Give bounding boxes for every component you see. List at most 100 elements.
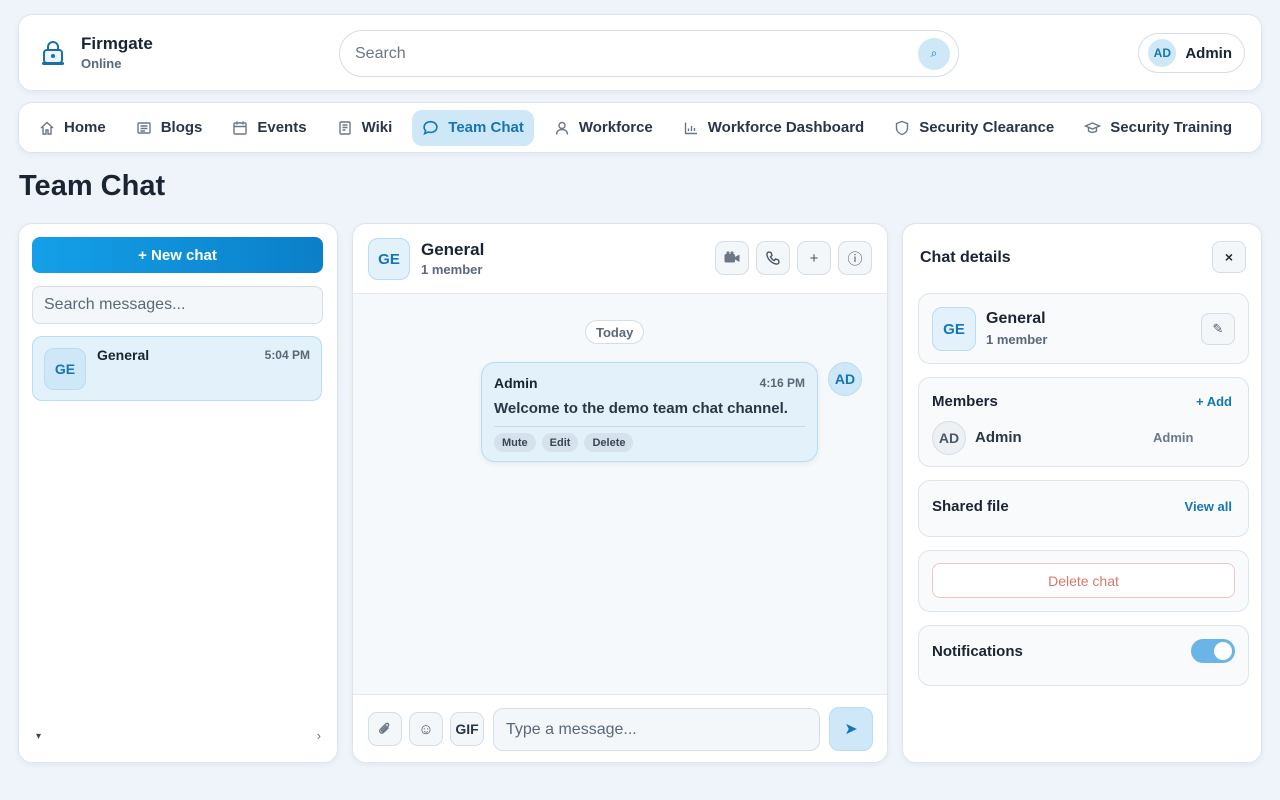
avatar: AD [932,421,966,455]
members-label: Members [932,393,998,410]
video-call-button[interactable] [715,241,749,275]
attach-button[interactable] [368,712,402,746]
conversation-item[interactable]: GE General 5:04 PM [32,336,322,401]
nav-label: Team Chat [448,119,524,136]
video-camera-icon [724,251,740,263]
info-icon[interactable]: ⓘ [838,241,872,275]
message-input-wrap [493,708,820,751]
conversation-name: General [97,347,150,363]
nav-item-team-chat[interactable]: Team Chat [412,109,534,146]
notifications-card: Notifications [918,625,1249,686]
nav-item-home[interactable]: Home [29,110,116,146]
shared-file-label: Shared file [932,498,1009,515]
page-title: Team Chat [19,170,166,202]
nav-label: Wiki [361,119,393,136]
mute-button[interactable]: Mute [494,433,536,452]
nav-item-workforce-dashboard[interactable]: Workforce Dashboard [673,110,874,146]
avatar: AD [828,362,862,396]
notifications-toggle[interactable] [1191,639,1235,663]
edit-icon[interactable]: ✎ [1201,313,1235,345]
send-icon[interactable]: ➤ [829,707,873,751]
message-input[interactable] [506,720,819,739]
message-search-input[interactable] [44,296,322,314]
search-input[interactable] [355,44,918,63]
nav-label: Workforce [578,119,653,136]
close-icon[interactable]: × [1212,241,1246,273]
group-avatar: GE [932,307,976,351]
group-card: GE General 1 member ✎ [918,293,1249,364]
edit-button[interactable]: Edit [541,433,579,452]
channel-name: General [421,240,485,259]
shared-file-card: Shared file View all [918,480,1249,537]
brand-name: Firmgate [81,34,153,53]
chat-details-panel: Chat details × GE General 1 member ✎ Mem… [902,223,1262,763]
nav-label: Security Training [1110,119,1232,136]
paperclip-icon [379,722,390,734]
main-nav: Home Blogs Events Wiki Team Chat Workfor… [18,102,1262,153]
calendar-icon [233,121,248,135]
message-composer: ☺ GIF ➤ [353,694,887,762]
message-actions: Mute Edit Delete [494,433,639,452]
search-icon[interactable]: ⌕ [918,37,950,70]
notifications-label: Notifications [932,643,1023,660]
chat-icon [423,120,438,136]
graduation-cap-icon [1084,121,1102,133]
chevron-right-icon[interactable]: › [317,728,321,743]
new-chat-button[interactable]: + New chat [32,237,323,273]
message-list: Today Admin 4:16 PM Welcome to the demo … [353,294,887,694]
message-time: 4:16 PM [759,376,805,390]
date-divider: Today [585,320,645,344]
nav-item-events[interactable]: Events [222,110,316,146]
conversation-time: 5:04 PM [264,348,310,362]
conversation-avatar: GE [44,348,86,390]
shield-icon [896,120,909,135]
delete-chat-button[interactable]: Delete chat [932,563,1235,598]
nav-item-security-clearance[interactable]: Security Clearance [884,110,1064,146]
chart-icon [684,122,697,134]
message-author: Admin [494,375,538,391]
home-icon [40,121,54,135]
message-text: Welcome to the demo team chat channel. [494,400,788,417]
view-all-link[interactable]: View all [1185,499,1232,514]
blog-icon [136,121,151,134]
avatar: AD [1148,39,1177,67]
delete-button[interactable]: Delete [584,433,634,452]
brand-status: Online [81,56,122,71]
group-name: General [986,310,1046,327]
book-icon [338,120,351,135]
member-role: Admin [1153,430,1194,445]
conversation-sidebar: + New chat GE General 5:04 PM ▾ › [18,223,338,763]
gif-button[interactable]: GIF [450,712,484,746]
chat-header: GE General 1 member + ⓘ [353,224,887,294]
nav-item-blogs[interactable]: Blogs [126,110,213,146]
collapse-caret-icon[interactable]: ▾ [36,731,41,742]
chat-panel: GE General 1 member + ⓘ Today Admin 4:16… [352,223,888,763]
global-search: ⌕ [339,30,959,77]
add-member-button[interactable]: + [797,241,831,275]
voice-call-button[interactable] [756,241,790,275]
emoji-icon[interactable]: ☺ [409,712,443,746]
nav-label: Security Clearance [919,119,1055,136]
person-icon [555,121,569,135]
nav-label: Home [64,119,106,136]
nav-item-workforce[interactable]: Workforce [544,110,663,146]
brand[interactable]: Firmgate Online [39,34,339,71]
member-name: Admin [975,429,1022,446]
firmgate-logo-icon [39,39,67,67]
danger-zone-card: Delete chat [918,550,1249,612]
nav-item-wiki[interactable]: Wiki [327,110,403,146]
user-menu[interactable]: AD Admin [1138,33,1245,73]
chat-header-actions: + ⓘ [708,241,872,275]
toggle-knob [1214,642,1232,660]
nav-item-security-training[interactable]: Security Training [1074,110,1242,146]
message-divider [494,426,805,427]
details-title: Chat details [920,249,1011,266]
add-member-link[interactable]: + Add [1196,394,1232,409]
message-search [32,286,323,324]
phone-icon [766,251,780,265]
channel-member-count: 1 member [421,262,483,277]
user-name: Admin [1185,44,1232,62]
nav-label: Workforce Dashboard [707,119,865,136]
group-member-count: 1 member [986,332,1048,347]
channel-avatar: GE [368,238,410,280]
